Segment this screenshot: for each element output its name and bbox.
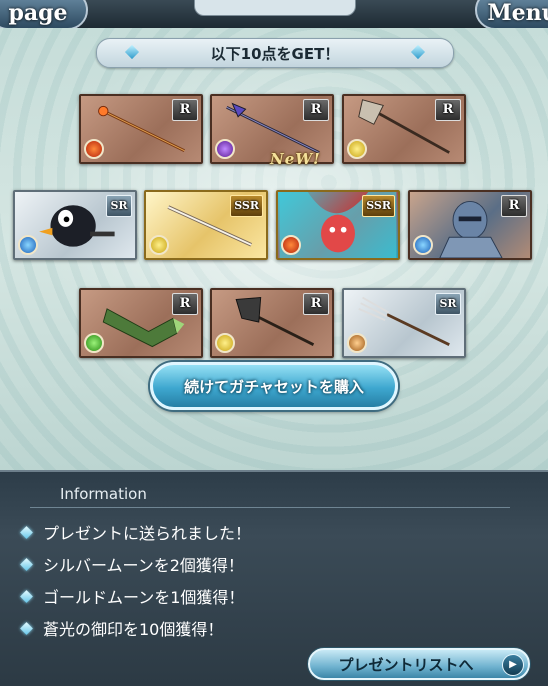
present-list-label: プレゼントリストへ	[338, 655, 474, 674]
gem-bullet-icon	[20, 525, 33, 539]
earth-element-icon	[347, 333, 367, 353]
info-message: プレゼントに送られました！	[43, 524, 252, 543]
information-list: プレゼントに送られました！ シルバームーンを2個獲得！ ゴールドムーンを1個獲得…	[18, 516, 518, 644]
top-frame: page Menu	[0, 0, 548, 30]
item-card[interactable]: R	[79, 94, 203, 164]
rarity-badge: R	[172, 99, 198, 121]
menu-button[interactable]: Menu	[475, 0, 548, 30]
item-card[interactable]: R	[342, 94, 466, 164]
get-banner-text: 以下10点をGET！	[210, 44, 340, 63]
list-item: 蒼光の御印を10個獲得！	[18, 612, 518, 644]
item-card[interactable]: SSR	[276, 190, 400, 260]
item-card[interactable]: R	[79, 288, 203, 358]
list-item: プレゼントに送られました！	[18, 516, 518, 548]
item-card[interactable]: R	[408, 190, 532, 260]
info-message: シルバームーンを2個獲得！	[43, 556, 244, 575]
light-element-icon	[149, 235, 169, 255]
rarity-badge: SSR	[230, 195, 263, 217]
item-card[interactable]: R	[210, 288, 334, 358]
item-card[interactable]: SR	[13, 190, 137, 260]
rarity-badge: R	[435, 99, 461, 121]
info-message: ゴールドムーンを1個獲得！	[43, 588, 245, 607]
gem-icon	[124, 44, 140, 60]
rarity-badge: SSR	[362, 195, 395, 217]
light-element-icon	[347, 139, 367, 159]
rarity-badge: R	[303, 293, 329, 315]
rarity-badge: R	[303, 99, 329, 121]
new-label: NeW!	[270, 150, 321, 168]
gem-bullet-icon	[20, 589, 33, 603]
rarity-badge: SR	[106, 195, 132, 217]
rarity-badge: R	[172, 293, 198, 315]
water-element-icon	[18, 235, 38, 255]
info-message: 蒼光の御印を10個獲得！	[43, 620, 224, 639]
wind-element-icon	[84, 333, 104, 353]
item-card[interactable]: SSR	[144, 190, 268, 260]
gem-bullet-icon	[20, 557, 33, 571]
present-list-button[interactable]: プレゼントリストへ ▶	[308, 648, 530, 680]
buy-gacha-set-button[interactable]: 続けてガチャセットを購入	[150, 362, 398, 410]
gem-icon	[410, 44, 426, 60]
get-banner: 以下10点をGET！	[96, 38, 454, 68]
rarity-badge: R	[501, 195, 527, 217]
dark-element-icon	[215, 139, 235, 159]
water-element-icon	[413, 235, 433, 255]
fire-element-icon	[281, 235, 301, 255]
list-item: ゴールドムーンを1個獲得！	[18, 580, 518, 612]
rarity-badge: SR	[435, 293, 461, 315]
page-button[interactable]: page	[0, 0, 88, 30]
gem-bullet-icon	[20, 621, 33, 635]
information-heading: Information	[30, 480, 510, 508]
top-center-tab	[194, 0, 356, 16]
fire-element-icon	[84, 139, 104, 159]
item-card[interactable]: SR	[342, 288, 466, 358]
list-item: シルバームーンを2個獲得！	[18, 548, 518, 580]
arrow-right-icon: ▶	[502, 654, 524, 676]
light-element-icon	[215, 333, 235, 353]
